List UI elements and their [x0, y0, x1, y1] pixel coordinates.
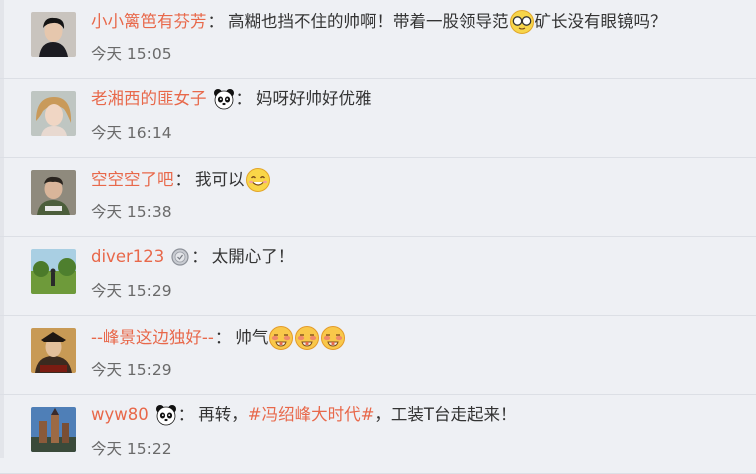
timestamp: 今天 16:14	[91, 124, 172, 142]
colon-separator: ：	[214, 328, 232, 347]
comment-item: wyw80 ：再转， #冯绍峰大时代# ，工装T台走起来！ 今天 15:22	[0, 395, 756, 474]
comment-text: 帅气	[235, 328, 269, 347]
comment-line: 小小篱笆有芬芳：高糊也挡不住的帅啊！带着一股领导范 矿长没有眼镜吗？	[91, 9, 667, 35]
smiling-face-emoji-icon	[245, 167, 271, 193]
comment-item: 空空空了吧：我可以今天 15:38	[0, 158, 756, 237]
comment-text: 妈呀好帅好优雅	[256, 89, 372, 108]
timestamp: 今天 15:05	[91, 45, 172, 63]
comment-line: 空空空了吧：我可以	[91, 167, 271, 193]
panda-icon	[155, 404, 177, 426]
comment-item: 老湘西的匪女子 ：妈呀好帅好优雅今天 16:14	[0, 79, 756, 158]
comment-text: 太開心了！	[211, 247, 295, 266]
panda-icon	[213, 88, 235, 110]
flushed-face-emoji-icon	[320, 325, 346, 351]
username-link[interactable]: 小小篱笆有芬芳	[91, 11, 207, 33]
flushed-face-emoji-icon	[268, 325, 294, 351]
comment-item: --峰景这边独好--：帅气今天 15:29	[0, 316, 756, 395]
comment-line: --峰景这边独好--：帅气	[91, 325, 346, 351]
comment-line: wyw80 ：再转， #冯绍峰大时代# ，工装T台走起来！	[91, 404, 517, 426]
avatar-castle-icon[interactable]	[31, 407, 76, 452]
username-link[interactable]: 空空空了吧	[91, 169, 174, 191]
colon-separator: ：	[177, 405, 195, 424]
comment-text: 我可以	[195, 170, 245, 189]
comment-text: 高糊也挡不住的帅啊！带着一股领导范	[228, 12, 509, 31]
avatar-young-man-icon[interactable]	[31, 12, 76, 57]
medal-icon	[170, 247, 190, 267]
comment-text-after: 矿长没有眼镜吗？	[534, 12, 667, 31]
comment-item: diver123 ：太開心了！ 今天 15:29	[0, 237, 756, 316]
comment-line: diver123 ：太開心了！	[91, 246, 294, 268]
avatar-landscape-icon[interactable]	[31, 249, 76, 294]
flushed-face-emoji-icon	[294, 325, 320, 351]
colon-separator: ：	[191, 247, 208, 266]
timestamp: 今天 15:38	[91, 203, 172, 221]
comment-text: 再转，	[198, 405, 248, 424]
timestamp: 今天 15:29	[91, 282, 172, 300]
comment-item: 小小篱笆有芬芳：高糊也挡不住的帅啊！带着一股领导范 矿长没有眼镜吗？ 今天 15:0…	[0, 0, 756, 79]
avatar-blonde-woman-icon[interactable]	[31, 91, 76, 136]
username-link[interactable]: --峰景这边独好--	[91, 327, 214, 349]
hashtag-link[interactable]: #冯绍峰大时代#	[248, 404, 375, 426]
username-link[interactable]: wyw80	[91, 404, 149, 426]
comment-text-after: ，工装T台走起来！	[374, 405, 517, 424]
timestamp: 今天 15:22	[91, 440, 172, 458]
colon-separator: ：	[207, 12, 225, 31]
glasses-face-emoji-icon	[509, 9, 535, 35]
avatar-costume-icon[interactable]	[31, 328, 76, 373]
comment-line: 老湘西的匪女子 ：妈呀好帅好优雅	[91, 88, 372, 110]
colon-separator: ：	[174, 170, 192, 189]
username-link[interactable]: diver123	[91, 246, 164, 268]
colon-separator: ：	[235, 89, 253, 108]
timestamp: 今天 15:29	[91, 361, 172, 379]
username-link[interactable]: 老湘西的匪女子	[91, 88, 207, 110]
avatar-boy-icon[interactable]	[31, 170, 76, 215]
